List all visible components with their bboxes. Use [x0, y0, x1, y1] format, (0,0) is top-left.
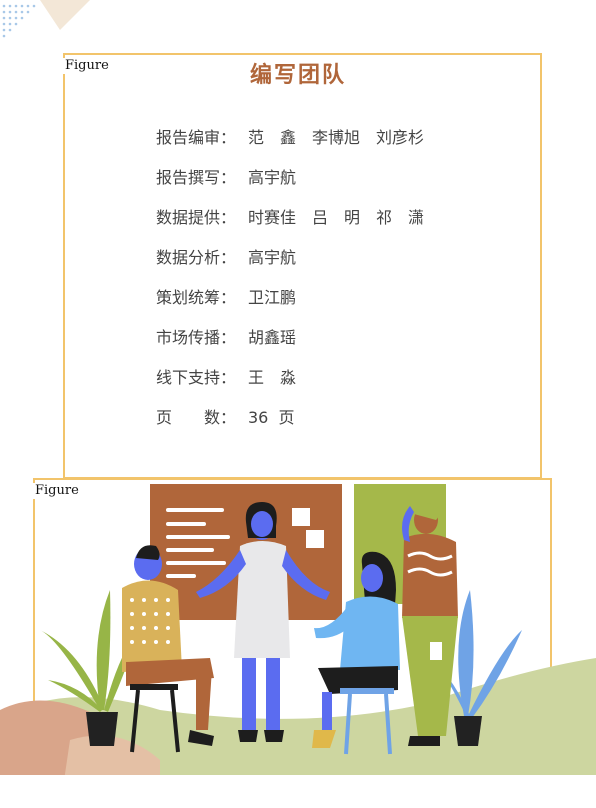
credits-list: 报告编审： 范 鑫 李博旭 刘彦杉 报告撰写： 高宇航 数据提供： 时赛佳 吕 …: [156, 116, 516, 436]
credit-label: 市场传播：: [156, 328, 237, 347]
credit-value: 36 页: [248, 408, 295, 427]
credit-label: 数据分析：: [156, 248, 237, 267]
credit-value: 时赛佳 吕 明 祁 潇: [248, 208, 425, 227]
credit-label: 线下支持：: [156, 368, 237, 387]
credit-row: 数据提供： 时赛佳 吕 明 祁 潇: [156, 196, 516, 236]
credit-row: 策划统筹： 卫江鹏: [156, 276, 516, 316]
credit-label: 策划统筹：: [156, 288, 237, 307]
credit-label: 报告撰写：: [156, 168, 237, 187]
team-meeting-illustration: [0, 484, 596, 808]
credit-row: 市场传播： 胡鑫瑶: [156, 316, 516, 356]
credit-row: 数据分析： 高宇航: [156, 236, 516, 276]
credit-label: 数据提供：: [156, 208, 237, 227]
credit-value: 高宇航: [248, 248, 297, 267]
credit-label: 页 数：: [156, 408, 237, 427]
credit-value: 王 淼: [248, 368, 297, 387]
credit-value: 胡鑫瑶: [248, 328, 297, 347]
credit-value: 范 鑫 李博旭 刘彦杉: [248, 128, 425, 147]
credit-row: 线下支持： 王 淼: [156, 356, 516, 396]
figure-label: Figure: [63, 58, 111, 74]
figure-label: Figure: [33, 483, 81, 499]
credit-row: 报告撰写： 高宇航: [156, 156, 516, 196]
credit-row: 页 数： 36 页: [156, 396, 516, 436]
credit-label: 报告编审：: [156, 128, 237, 147]
credit-value: 卫江鹏: [248, 288, 297, 307]
credit-row: 报告编审： 范 鑫 李博旭 刘彦杉: [156, 116, 516, 156]
credit-value: 高宇航: [248, 168, 297, 187]
